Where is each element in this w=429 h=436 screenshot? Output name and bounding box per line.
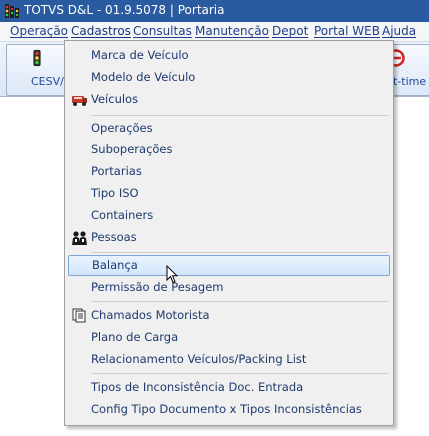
menu-item-operacoes[interactable]: Operações — [67, 118, 389, 139]
title-bar: TOTVS D&L - 01.9.5078 | Portaria — [0, 0, 429, 22]
menu-portal-web[interactable]: Portal WEB — [314, 24, 380, 38]
menu-item-suboperacoes[interactable]: Suboperações — [67, 139, 389, 160]
menu-item-balanca[interactable]: Balança — [68, 255, 390, 276]
menu-item-label: Pessoas — [91, 230, 137, 244]
menu-item-label: Config Tipo Documento x Tipos Inconsistê… — [91, 402, 362, 416]
menu-depot[interactable]: Depot — [272, 24, 308, 38]
menu-operacao[interactable]: Operação — [10, 24, 68, 38]
people-icon — [72, 231, 87, 245]
menu-item-relacionamento-veiculos[interactable]: Relacionamento Veículos/Packing List — [67, 349, 389, 370]
menu-item-veiculos[interactable]: Veículos — [67, 89, 389, 110]
cadastros-dropdown-menu: Marca de Veículo Modelo de Veículo Veícu… — [64, 40, 394, 426]
menu-item-modelo-veiculo[interactable]: Modelo de Veículo — [67, 67, 389, 88]
truck-icon — [72, 96, 87, 106]
menu-item-plano-carga[interactable]: Plano de Carga — [67, 327, 389, 348]
menu-item-label: Relacionamento Veículos/Packing List — [91, 352, 307, 366]
menu-item-label: Suboperações — [91, 142, 173, 156]
toolbar-button-cesv[interactable]: CESV/C — [6, 44, 72, 96]
menu-separator — [91, 373, 389, 374]
menu-item-containers[interactable]: Containers — [67, 205, 389, 226]
menu-item-label: Balança — [92, 258, 138, 272]
window-title: TOTVS D&L - 01.9.5078 | Portaria — [24, 3, 225, 17]
menu-ajuda[interactable]: Ajuda — [382, 24, 416, 38]
menu-item-chamados-motorista[interactable]: Chamados Motorista — [67, 305, 389, 326]
menu-item-label: Veículos — [91, 92, 139, 106]
menu-separator — [91, 301, 389, 302]
menu-item-label: Permissão de Pesagem — [91, 280, 224, 294]
menu-cadastros[interactable]: Cadastros — [71, 24, 131, 38]
menu-item-label: Plano de Carga — [91, 330, 179, 344]
menu-item-permissao-pesagem[interactable]: Permissão de Pesagem — [67, 277, 389, 298]
menu-item-label: Marca de Veículo — [91, 48, 189, 62]
menu-item-label: Operações — [91, 121, 153, 135]
menu-consultas[interactable]: Consultas — [133, 24, 192, 38]
menu-item-label: Tipo ISO — [91, 186, 139, 200]
toolbar-label-time: t-time — [393, 75, 427, 88]
menu-item-tipo-iso[interactable]: Tipo ISO — [67, 183, 389, 204]
menu-item-pessoas[interactable]: Pessoas — [67, 227, 389, 248]
menu-item-tipos-inconsistencia[interactable]: Tipos de Inconsistência Doc. Entrada — [67, 377, 389, 398]
menu-item-label: Containers — [91, 208, 154, 222]
menu-separator — [91, 252, 389, 253]
menu-item-label: Modelo de Veículo — [91, 70, 196, 84]
documents-icon — [72, 308, 86, 323]
menu-item-marca-veiculo[interactable]: Marca de Veículo — [67, 45, 389, 66]
menu-item-config-tipo-documento[interactable]: Config Tipo Documento x Tipos Inconsistê… — [67, 399, 389, 420]
menu-item-portarias[interactable]: Portarias — [67, 161, 389, 182]
menu-item-label: Chamados Motorista — [91, 308, 210, 322]
menu-item-label: Tipos de Inconsistência Doc. Entrada — [91, 380, 304, 394]
menu-bar: Operação Cadastros Consultas Manutenção … — [0, 22, 429, 42]
menu-item-label: Portarias — [91, 164, 142, 178]
menu-separator — [91, 115, 389, 116]
traffic-light-icon — [33, 49, 41, 67]
menu-manutencao[interactable]: Manutenção — [195, 24, 269, 38]
app-icon — [5, 4, 19, 18]
mouse-cursor-icon — [166, 265, 178, 284]
